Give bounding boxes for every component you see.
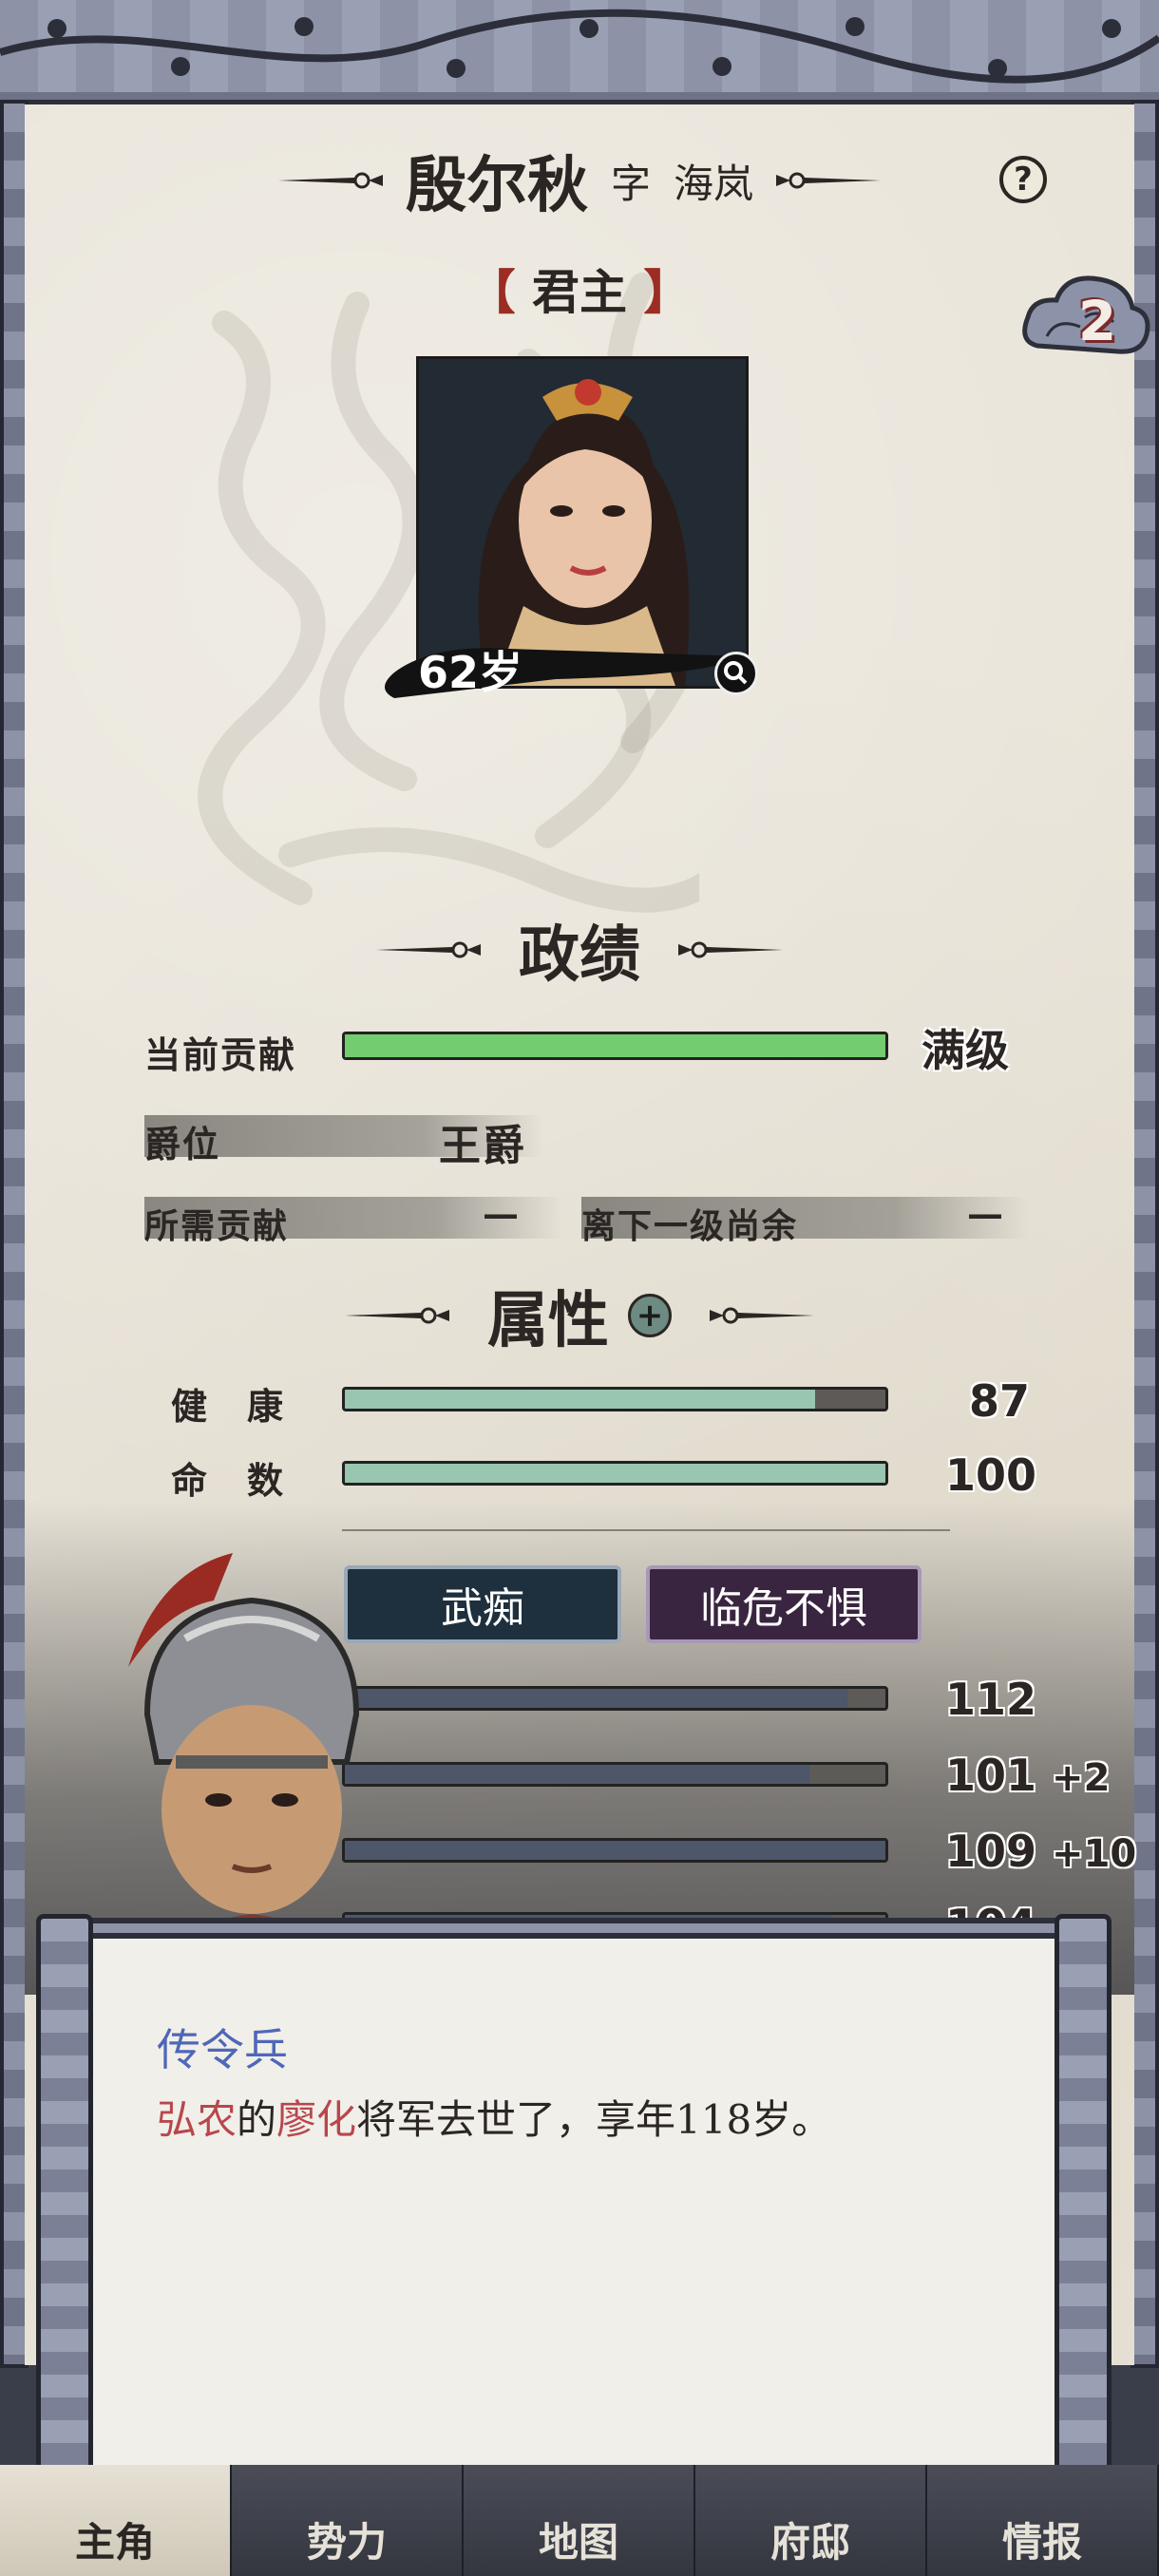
- fate-label: 命 数: [171, 1459, 286, 1502]
- rank-label: 爵位: [144, 1123, 221, 1165]
- zoom-portrait-button[interactable]: [714, 652, 758, 695]
- stat-value-1: 112: [945, 1674, 1037, 1725]
- health-value: 87: [969, 1375, 1031, 1427]
- achievement-section-header: 政绩: [0, 907, 1159, 993]
- fate-value: 100: [945, 1449, 1037, 1501]
- character-name: 殷尔秋: [405, 150, 588, 221]
- dialog-message: 弘农的廖化将军去世了，享年118岁。: [157, 2096, 832, 2143]
- health-label: 健 康: [171, 1385, 286, 1428]
- contribution-status: 满级: [922, 1025, 1009, 1076]
- contribution-label: 当前贡献: [144, 1033, 297, 1076]
- magnifier-icon: [724, 661, 748, 685]
- nav-tab-map[interactable]: 地图: [464, 2465, 695, 2576]
- top-ornament-border: [0, 0, 1159, 105]
- fate-bar-fill: [345, 1464, 885, 1483]
- required-contribution-label: 所需贡献: [144, 1206, 290, 1246]
- dialog-speaker: 传令兵: [157, 2024, 288, 2075]
- message-place: 弘农: [157, 2096, 238, 2143]
- bottom-nav: 主角 势力 地图 府邸 情报: [0, 2465, 1159, 2576]
- attributes-section-header: 属性 +: [0, 1273, 1159, 1358]
- ornament-pin-left-icon: [376, 941, 481, 958]
- character-age: 62岁: [418, 647, 523, 698]
- rank-value: 王爵: [439, 1122, 526, 1170]
- title-text: 君主: [532, 264, 627, 320]
- character-name-row: 殷尔秋 字 海岚: [0, 138, 1159, 223]
- required-contribution-value: —: [483, 1192, 521, 1235]
- stat-value-2: 101 +2: [945, 1750, 1111, 1801]
- character-title: 【 君主 】: [467, 264, 692, 320]
- remaining-label: 离下一级尚余: [581, 1206, 799, 1246]
- right-frame: [1130, 100, 1159, 2368]
- health-bar-fill: [345, 1390, 816, 1409]
- nav-tab-mansion[interactable]: 府邸: [695, 2465, 927, 2576]
- remaining-value: —: [967, 1192, 1005, 1235]
- nav-tab-protagonist[interactable]: 主角: [0, 2465, 232, 2576]
- trait-badge-fearless[interactable]: 临危不惧: [646, 1565, 922, 1643]
- scroll-rod-right: [1054, 1914, 1112, 2498]
- attributes-heading: 属性: [487, 1285, 609, 1356]
- help-button[interactable]: ?: [999, 156, 1047, 203]
- achievement-heading: 政绩: [519, 919, 640, 991]
- contribution-bar: [342, 1032, 888, 1060]
- health-bar: [342, 1387, 888, 1411]
- ornament-pin-right-icon: [678, 941, 783, 958]
- ornament-pin-right-icon: [710, 1307, 814, 1324]
- nav-tab-intel[interactable]: 情报: [927, 2465, 1159, 2576]
- fate-bar: [342, 1461, 888, 1486]
- add-attribute-icon[interactable]: +: [628, 1294, 672, 1337]
- ornament-pin-left-icon: [345, 1307, 449, 1324]
- courtesy-name: 海岚: [674, 160, 754, 207]
- ornament-pin-left-icon: [277, 172, 383, 189]
- courtesy-prefix: 字: [610, 160, 651, 207]
- message-person: 廖化: [276, 2096, 357, 2143]
- ornament-pin-right-icon: [776, 172, 882, 189]
- nav-tab-faction[interactable]: 势力: [232, 2465, 464, 2576]
- contribution-bar-fill: [345, 1034, 885, 1057]
- scroll-rod-left: [36, 1914, 93, 2498]
- stat-value-3: 109 +10: [945, 1826, 1137, 1877]
